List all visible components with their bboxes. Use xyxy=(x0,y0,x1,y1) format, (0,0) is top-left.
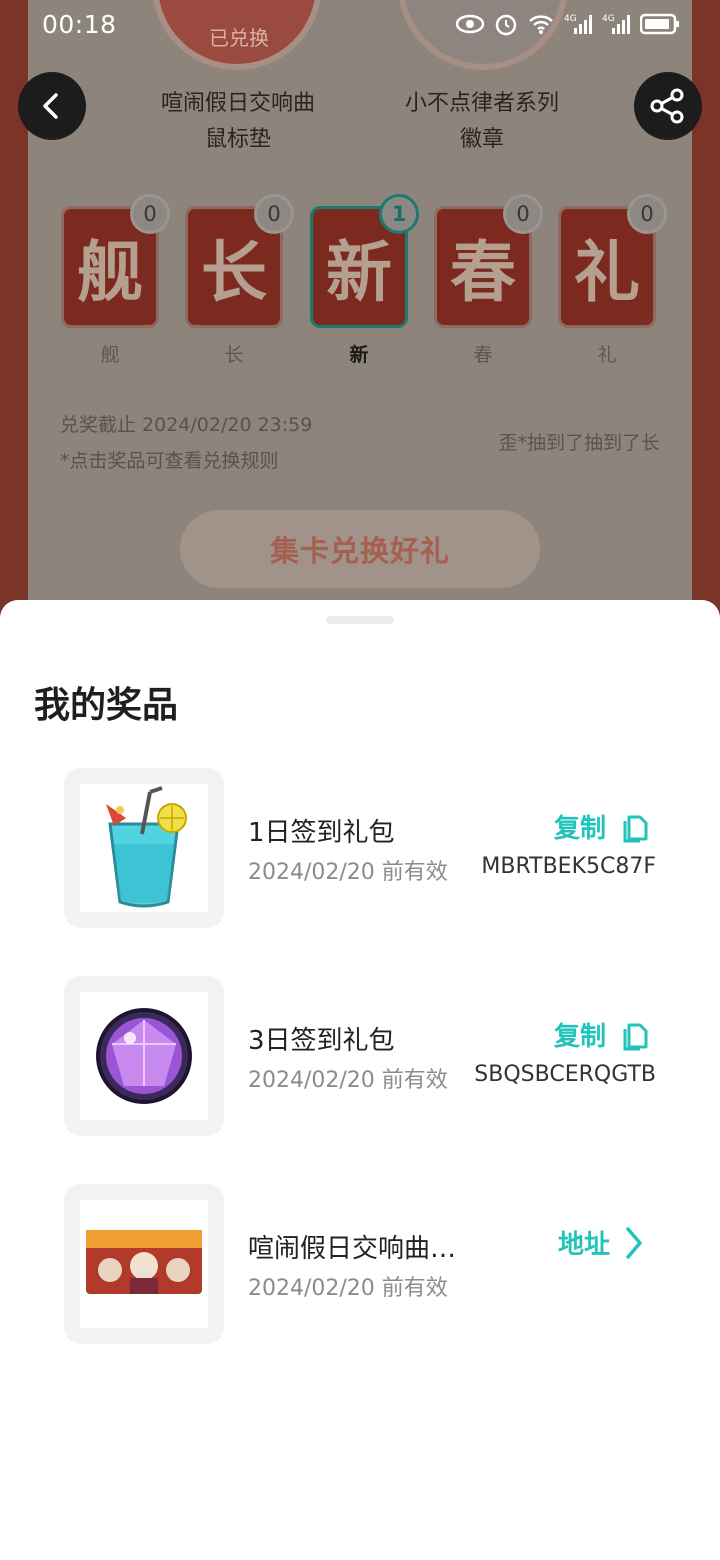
card-count-badge: 0 xyxy=(130,194,170,234)
card-glyph: 春 xyxy=(450,234,516,311)
prize-name-line2: 徽章 xyxy=(459,127,504,152)
mousepad-image xyxy=(86,1230,202,1294)
prize-validity: 2024/02/20 前有效 xyxy=(248,860,448,885)
copy-button[interactable]: 复制 xyxy=(554,1016,650,1053)
share-icon xyxy=(650,88,684,124)
chevron-left-icon xyxy=(43,93,58,119)
battery-icon xyxy=(640,13,679,35)
winner-marquee: 歪*抽到了抽到了长 xyxy=(498,432,660,454)
my-prizes-sheet: 我的奖品 1日签到礼包 2024/02/20 前有效 MBRTBEK5C87F xyxy=(0,600,720,1560)
card-count-badge: 0 xyxy=(627,194,667,234)
drink-icon xyxy=(106,786,187,908)
card-label: 新 xyxy=(349,344,369,366)
prize-name-line1: 喧闹假日交响曲 xyxy=(160,91,315,116)
prize-thumbnail xyxy=(64,768,224,928)
card-label: 长 xyxy=(224,344,244,366)
copy-icon xyxy=(623,815,648,842)
copy-label: 复制 xyxy=(553,814,606,844)
card-glyph: 礼 xyxy=(574,234,640,311)
copy-button[interactable]: 复制 xyxy=(554,808,650,845)
card-glyph: 长 xyxy=(201,234,267,311)
status-icons: 4G 4G xyxy=(456,12,680,36)
alarm-icon xyxy=(495,14,517,36)
prize-name: 3日签到礼包 xyxy=(248,1026,395,1056)
svg-text:4G: 4G xyxy=(602,14,615,24)
sheet-drag-handle[interactable] xyxy=(326,616,394,624)
card-label: 春 xyxy=(473,344,493,366)
prize-validity: 2024/02/20 前有效 xyxy=(248,1068,448,1093)
prize-row-day1: 1日签到礼包 2024/02/20 前有效 MBRTBEK5C87F 复制 xyxy=(64,768,664,928)
eye-icon xyxy=(456,14,484,34)
status-time: 00:18 xyxy=(42,10,117,39)
prize-row-day3: 3日签到礼包 2024/02/20 前有效 SBQSBCERQGTB 复制 xyxy=(64,976,664,1136)
card-glyph: 舰 xyxy=(77,234,143,311)
prize-name: 1日签到礼包 xyxy=(248,818,395,848)
address-button[interactable]: 地址 xyxy=(558,1224,644,1261)
prize-name-badge[interactable]: 小不点律者系列 徽章 xyxy=(372,86,592,158)
prize-name: 喧闹假日交响曲… xyxy=(248,1234,457,1264)
wifi-icon xyxy=(529,15,553,34)
card-label: 礼 xyxy=(597,344,617,366)
redeem-deadline: 兑奖截止 2024/02/20 23:59 xyxy=(60,414,313,436)
card-count-badge: 1 xyxy=(379,194,419,234)
share-button[interactable] xyxy=(634,72,702,140)
prize-name-line1: 小不点律者系列 xyxy=(404,91,559,116)
svg-text:4G: 4G xyxy=(564,14,577,24)
redeem-code: MBRTBEK5C87F xyxy=(481,854,656,879)
copy-label: 复制 xyxy=(553,1022,606,1052)
crystal-icon xyxy=(96,1008,192,1104)
redeem-code: SBQSBCERQGTB xyxy=(474,1062,656,1087)
card-glyph: 新 xyxy=(326,234,392,311)
status-bar: 00:18 4G 4G xyxy=(0,0,720,52)
sheet-title: 我的奖品 xyxy=(34,685,179,726)
chevron-right-icon xyxy=(626,1226,642,1259)
prize-thumbnail xyxy=(64,976,224,1136)
copy-icon xyxy=(623,1023,648,1050)
prize-validity: 2024/02/20 前有效 xyxy=(248,1276,448,1301)
exchange-button[interactable]: 集卡兑换好礼 xyxy=(180,510,540,588)
prize-name-mousepad[interactable]: 喧闹假日交响曲 鼠标垫 xyxy=(128,86,348,158)
signal-4g-icon-2: 4G xyxy=(602,14,630,34)
prize-name-line2: 鼠标垫 xyxy=(204,127,271,152)
rules-hint: *点击奖品可查看兑换规则 xyxy=(60,450,279,472)
signal-4g-icon: 4G xyxy=(564,14,592,34)
card-count-badge: 0 xyxy=(254,194,294,234)
prize-row-mousepad: 喧闹假日交响曲… 2024/02/20 前有效 地址 xyxy=(64,1184,664,1344)
back-button[interactable] xyxy=(18,72,86,140)
card-label: 舰 xyxy=(100,344,120,366)
card-count-badge: 0 xyxy=(503,194,543,234)
address-label: 地址 xyxy=(557,1230,610,1260)
prize-thumbnail xyxy=(64,1184,224,1344)
